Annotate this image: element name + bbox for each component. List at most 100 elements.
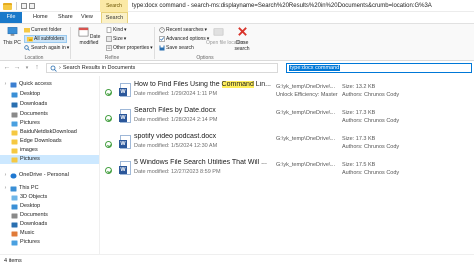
tab-home[interactable]: Home: [30, 12, 51, 23]
computer-icon: [7, 27, 17, 36]
file-row[interactable]: W How to Find Files Using the Command Lin…: [105, 80, 473, 106]
file-snippet: Unlock Efficiency: Mastering ...: [276, 92, 338, 98]
sidebar-item[interactable]: 3D Objects: [0, 193, 99, 202]
advanced-options-icon: [159, 36, 165, 42]
chevron-right-icon[interactable]: ›: [3, 171, 8, 180]
address-bar[interactable]: › Search Results in Documents: [46, 63, 278, 73]
file-name[interactable]: Search Files by Date.docx: [134, 107, 276, 114]
this-pc-button[interactable]: This PC: [3, 26, 21, 46]
open-file-location-button[interactable]: Open file location: [206, 26, 245, 46]
title-bar: Search Tools type:docx command - search-…: [0, 0, 474, 21]
chevron-right-icon[interactable]: ›: [3, 80, 8, 89]
sidebar-item-label: OneDrive - Personal: [19, 172, 69, 178]
kind-label: Kind: [113, 27, 124, 33]
folder-icon: [24, 28, 30, 33]
sidebar-item[interactable]: Documents: [0, 110, 99, 119]
sidebar-item[interactable]: Pictures: [0, 155, 99, 164]
file-size: Size: 17.3 KB: [342, 136, 376, 142]
file-name[interactable]: How to Find Files Using the Command Lin.…: [134, 81, 276, 88]
subfolders-icon: [27, 37, 33, 42]
sidebar-item[interactable]: Downloads: [0, 220, 99, 229]
sync-status-icon: [105, 141, 112, 148]
desktop-icon: [11, 204, 18, 209]
computer-icon: [10, 186, 17, 191]
date-modified-button[interactable]: Date modified: [75, 26, 103, 46]
tab-view[interactable]: View: [78, 12, 96, 23]
sidebar-item[interactable]: Pictures: [0, 119, 99, 128]
word-document-icon: W: [119, 83, 131, 97]
new-folder-icon[interactable]: [29, 3, 35, 9]
toolbar-separator: [16, 2, 17, 10]
close-search-button[interactable]: Close search: [232, 26, 252, 52]
file-authors: Authors: Chrunos Cody: [342, 92, 400, 98]
forward-button[interactable]: →: [13, 64, 21, 72]
folder-icon: [3, 2, 12, 10]
recent-searches-button[interactable]: Recent searches ▾: [159, 26, 207, 34]
file-path: G:\yk_temp\OneDrive\...: [276, 136, 335, 142]
file-name-text: 5 Windows File Search Utilities That Wil…: [134, 159, 267, 166]
recent-locations-button[interactable]: ▾: [23, 64, 31, 72]
kind-button[interactable]: Kind ▾: [106, 26, 127, 34]
tab-share[interactable]: Share: [55, 12, 76, 23]
up-button[interactable]: ↑: [33, 64, 41, 72]
sidebar-item[interactable]: › OneDrive - Personal: [0, 171, 99, 180]
chevron-right-icon[interactable]: ›: [3, 184, 8, 193]
file-name[interactable]: 5 Windows File Search Utilities That Wil…: [134, 159, 276, 166]
file-path: G:\yk_temp\OneDrive\...: [276, 162, 335, 168]
chevron-down-icon: ▾: [66, 45, 70, 51]
chevron-down-icon: ▾: [25, 65, 29, 71]
sidebar-item-label: Pictures: [20, 120, 40, 126]
sidebar-item[interactable]: Music: [0, 229, 99, 238]
file-row[interactable]: W5 Windows File Search Utilities That Wi…: [105, 158, 473, 184]
tab-file[interactable]: File: [0, 12, 22, 23]
sidebar-item[interactable]: images: [0, 146, 99, 155]
breadcrumb[interactable]: Search Results in Documents: [63, 65, 135, 71]
size-button[interactable]: Size ▾: [106, 35, 126, 43]
sidebar-item-label: 3D Objects: [20, 194, 48, 200]
file-row[interactable]: W Search Files by Date.docx Date modified:…: [105, 106, 473, 132]
save-search-button[interactable]: Save search: [159, 44, 194, 52]
search-input[interactable]: type:docx command: [286, 63, 472, 73]
back-button[interactable]: ←: [3, 64, 11, 72]
recent-searches-label: Recent searches: [166, 27, 204, 33]
current-folder-label: Current folder: [31, 27, 62, 33]
options-group-label: Options: [196, 55, 214, 61]
search-again-in-button[interactable]: Search again in ▾: [24, 44, 69, 52]
pictures-icon: [11, 240, 18, 245]
pictures-icon: [11, 121, 18, 126]
file-path: G:\yk_temp\OneDrive\...: [276, 110, 335, 116]
folder-icon: [11, 157, 18, 162]
sidebar-item[interactable]: Downloads: [0, 100, 99, 109]
tab-search[interactable]: Search: [101, 12, 128, 23]
save-icon: [159, 45, 165, 51]
sidebar-item[interactable]: BaiduNetdiskDownload: [0, 128, 99, 137]
sidebar-item[interactable]: › This PC: [0, 184, 99, 193]
advanced-options-button[interactable]: Advanced options ▾: [159, 35, 209, 43]
breadcrumb-separator-icon: ›: [59, 65, 61, 71]
sidebar-item[interactable]: Documents: [0, 211, 99, 220]
current-folder-button[interactable]: Current folder: [24, 26, 62, 34]
file-authors: Authors: Chrunos Cody: [342, 118, 400, 124]
file-name[interactable]: spotify video podcast.docx: [134, 133, 276, 140]
window-title: type:docx command - search-ms:displaynam…: [132, 3, 432, 9]
sidebar-item[interactable]: Edge Downloads: [0, 137, 99, 146]
sidebar-item[interactable]: Pictures: [0, 238, 99, 247]
cloud-icon: [10, 173, 17, 178]
navigation-pane: › Quick access Desktop Downloads Documents Pi…: [0, 76, 100, 254]
status-bar: 4 items: [0, 254, 474, 266]
word-document-icon: W: [119, 135, 131, 149]
search-again-icon: [24, 45, 30, 51]
other-properties-button[interactable]: Other properties ▾: [106, 44, 153, 52]
file-row[interactable]: Wspotify video podcast.docx Date modified…: [105, 132, 473, 158]
file-size: Size: 17.3 KB: [342, 110, 376, 116]
sidebar-item[interactable]: › Quick access: [0, 80, 99, 89]
all-subfolders-button[interactable]: All subfolders: [24, 35, 68, 43]
ribbon: This PC Current folder All subfolders Se…: [0, 23, 474, 61]
sidebar-item-label: Edge Downloads: [20, 138, 62, 144]
properties-icon[interactable]: [21, 3, 27, 9]
folder-icon: [11, 130, 18, 135]
sidebar-item[interactable]: Desktop: [0, 90, 99, 99]
this-pc-label: This PC: [3, 40, 21, 46]
chevron-down-icon: ▾: [150, 45, 153, 51]
sidebar-item[interactable]: Desktop: [0, 202, 99, 211]
